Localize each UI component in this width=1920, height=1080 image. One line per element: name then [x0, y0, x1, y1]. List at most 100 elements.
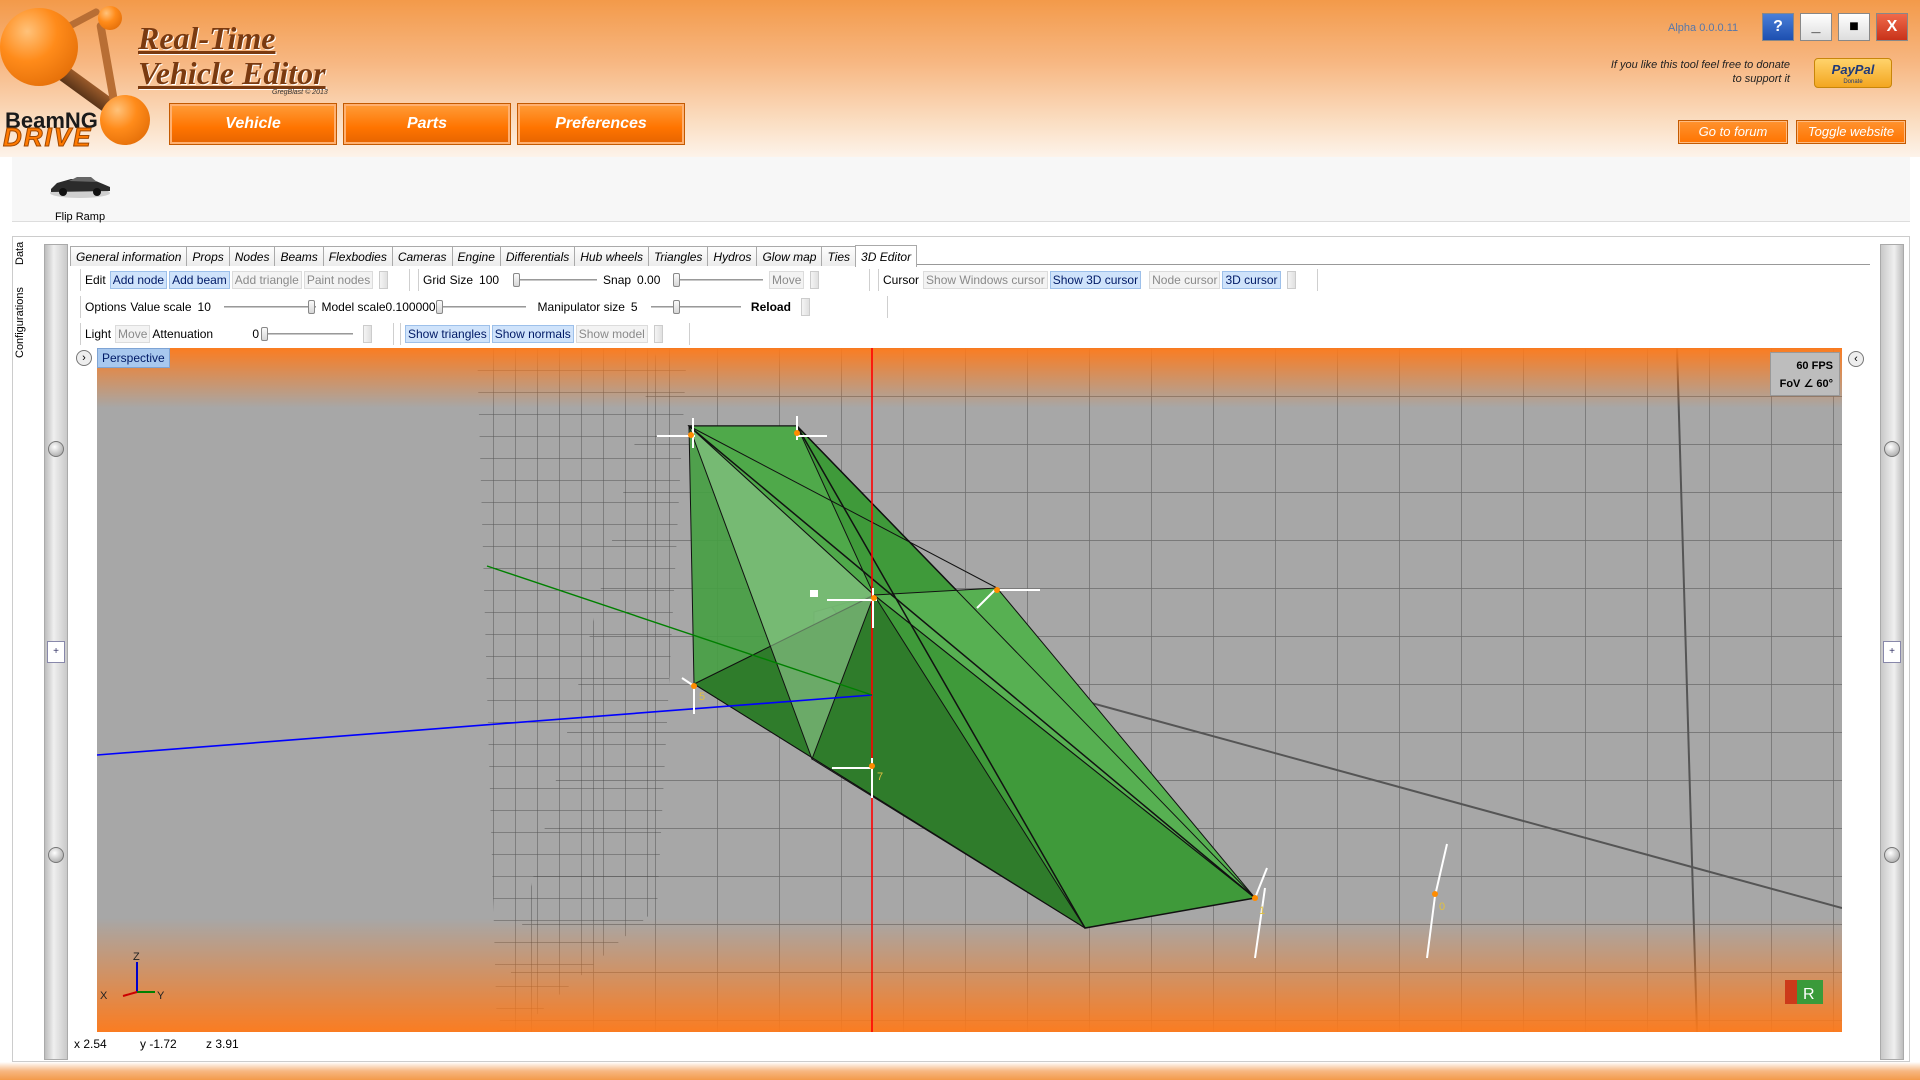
snap-slider[interactable]: [673, 273, 764, 287]
slider-thumb[interactable]: [673, 273, 681, 287]
viewport-top-glow: [97, 348, 1842, 408]
group-grip[interactable]: [810, 271, 820, 289]
add-triangle-button[interactable]: Add triangle: [231, 271, 302, 289]
model-scale-slider[interactable]: [435, 300, 526, 314]
slider-thumb[interactable]: [513, 273, 521, 287]
slider-track: [435, 306, 526, 308]
show-model-button[interactable]: Show model: [575, 325, 648, 343]
maximize-button[interactable]: ■: [1838, 13, 1870, 41]
expand-icon[interactable]: +: [47, 641, 65, 663]
splitter-knob[interactable]: [1884, 847, 1900, 863]
collapse-left-icon[interactable]: ›: [76, 350, 92, 366]
close-button[interactable]: X: [1876, 13, 1908, 41]
3d-cursor-button[interactable]: 3D cursor: [1222, 271, 1281, 289]
show-normals-button[interactable]: Show normals: [491, 325, 574, 343]
group-grip[interactable]: [1286, 271, 1296, 289]
snap-value: 0.00: [637, 273, 661, 287]
nav-preferences-button[interactable]: Preferences: [518, 104, 684, 144]
tab-nodes[interactable]: Nodes: [228, 246, 276, 266]
group-grip[interactable]: [379, 271, 389, 289]
tab-ties[interactable]: Ties: [821, 246, 857, 266]
add-node-button[interactable]: Add node: [109, 271, 168, 289]
grid-move-button[interactable]: Move: [769, 271, 805, 289]
splitter-knob[interactable]: [1884, 441, 1900, 457]
left-panel-splitter[interactable]: +: [44, 244, 68, 1060]
value-scale-slider[interactable]: [223, 300, 316, 314]
vehicle-strip: Flip Ramp: [12, 157, 1910, 223]
tab-triangles[interactable]: Triangles: [647, 246, 709, 266]
slider-thumb[interactable]: [261, 327, 269, 341]
slider-track: [261, 333, 354, 335]
edit-group: Edit Add node Add beam Add triangle Pain…: [80, 269, 410, 291]
viewport-bottom-glow: [97, 918, 1842, 1032]
node-label: 7: [877, 771, 883, 783]
grid-size-label: Size: [449, 273, 474, 287]
tab-hub-wheels[interactable]: Hub wheels: [574, 246, 649, 266]
view-mode-label[interactable]: Perspective: [97, 348, 170, 368]
tab-props[interactable]: Props: [186, 246, 230, 266]
toolbar-row-1: Edit Add node Add beam Add triangle Pain…: [80, 269, 1870, 291]
tab-hydros[interactable]: Hydros: [707, 246, 758, 266]
toggle-website-button[interactable]: Toggle website: [1796, 120, 1906, 144]
right-panel-splitter[interactable]: +: [1880, 244, 1904, 1060]
minimize-button[interactable]: _: [1800, 13, 1832, 41]
tab-glow-map[interactable]: Glow map: [756, 246, 823, 266]
paypal-logo: PayPal: [1831, 62, 1875, 77]
nav-parts-button[interactable]: Parts: [344, 104, 510, 144]
nav-vehicle-button[interactable]: Vehicle: [170, 104, 336, 144]
options-group: Options Value scale 10 Model scale 0.100…: [80, 296, 888, 318]
tab-general-information[interactable]: General information: [70, 246, 188, 266]
group-grip[interactable]: [653, 325, 663, 343]
tab-cameras[interactable]: Cameras: [391, 246, 453, 266]
app-title-line2: Vehicle Editor: [138, 55, 326, 91]
slider-track: [650, 306, 741, 308]
cursor-group-title: Cursor: [883, 273, 920, 287]
tab-differentials[interactable]: Differentials: [499, 246, 576, 266]
side-tab-configurations[interactable]: Configurations: [14, 282, 34, 364]
paint-nodes-button[interactable]: Paint nodes: [303, 271, 374, 289]
side-tab-data[interactable]: Data: [14, 238, 34, 268]
logo-ball-small: [98, 6, 122, 30]
group-grip[interactable]: [800, 298, 810, 316]
show-3d-cursor-button[interactable]: Show 3D cursor: [1049, 271, 1142, 289]
attenuation-label: Attenuation: [152, 327, 214, 341]
show-windows-cursor-button[interactable]: Show Windows cursor: [923, 271, 1048, 289]
manipulator-size-slider[interactable]: [650, 300, 741, 314]
slider-track: [223, 306, 316, 308]
manipulator-size-value: 5: [630, 300, 638, 314]
status-x: x 2.54: [74, 1037, 107, 1051]
paypal-donate-button[interactable]: PayPal Donate: [1814, 58, 1892, 88]
node-cursor-button[interactable]: Node cursor: [1149, 271, 1221, 289]
viewport-scene[interactable]: 5 7 1 0 Z Y X R: [97, 348, 1842, 1032]
add-beam-button[interactable]: Add beam: [169, 271, 230, 289]
group-grip[interactable]: [363, 325, 373, 343]
status-y: y -1.72: [140, 1037, 177, 1051]
reload-button[interactable]: Reload: [751, 300, 791, 314]
vehicle-name: Flip Ramp: [54, 211, 106, 223]
slider-thumb[interactable]: [672, 300, 680, 314]
tab-beams[interactable]: Beams: [274, 246, 324, 266]
expand-icon[interactable]: +: [1883, 641, 1901, 663]
splitter-knob[interactable]: [48, 847, 64, 863]
view-cube-icon[interactable]: R: [1785, 980, 1823, 1004]
help-button[interactable]: ?: [1762, 13, 1794, 41]
slider-thumb[interactable]: [307, 300, 315, 314]
3d-viewport[interactable]: 5 7 1 0 Z Y X R Perspective 60 FPS FoV ∠…: [97, 348, 1842, 1032]
light-move-button[interactable]: Move: [115, 325, 151, 343]
vehicle-card[interactable]: Flip Ramp: [42, 165, 118, 223]
collapse-right-icon[interactable]: ‹: [1848, 351, 1864, 367]
slider-thumb[interactable]: [435, 300, 443, 314]
tab-flexbodies[interactable]: Flexbodies: [322, 246, 393, 266]
tab-3d-editor[interactable]: 3D Editor: [855, 245, 918, 267]
paypal-sub-label: Donate: [1843, 79, 1863, 85]
attenuation-slider[interactable]: [261, 327, 354, 341]
value-scale-value: 10: [197, 300, 211, 314]
tab-engine[interactable]: Engine: [451, 246, 501, 266]
donate-text: If you like this tool feel free to donat…: [1610, 59, 1790, 85]
splitter-knob[interactable]: [48, 441, 64, 457]
show-triangles-button[interactable]: Show triangles: [405, 325, 490, 343]
app-header: BeamNG DRIVE Real-Time Vehicle Editor Gr…: [0, 0, 1920, 157]
go-to-forum-button[interactable]: Go to forum: [1678, 120, 1788, 144]
grid-size-slider[interactable]: [513, 273, 598, 287]
cursor-group: Cursor Show Windows cursor Show 3D curso…: [878, 269, 1318, 291]
